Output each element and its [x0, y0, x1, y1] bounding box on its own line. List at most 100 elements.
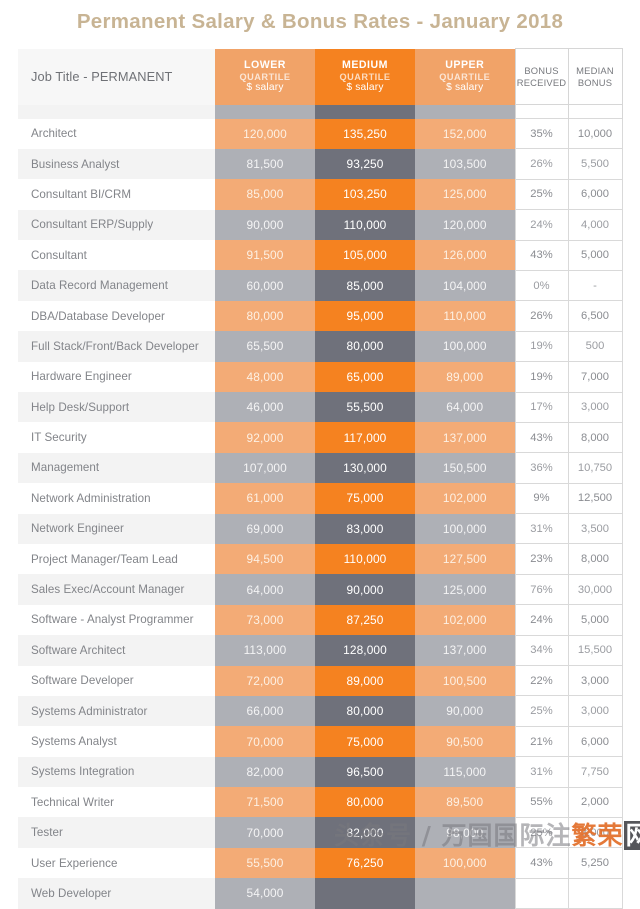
cell-upper-quartile: 110,000	[415, 300, 515, 332]
cell-medium-quartile: 75,000	[315, 483, 415, 514]
table-row: Systems Administrator 66,000 80,000 90,000 2…	[18, 695, 623, 727]
cell-job-title: DBA/Database Developer	[18, 300, 215, 332]
cell-job-title: Software Developer	[18, 665, 215, 696]
cell-upper-quartile: 89,000	[415, 361, 515, 393]
cell-lower-quartile: 107,000	[215, 452, 315, 484]
cell-upper-quartile: 90,500	[415, 726, 515, 757]
cell-median-bonus: 3,000	[567, 391, 623, 423]
cell-lower-quartile: 80,000	[215, 300, 315, 332]
cell-median-bonus: 3,500	[567, 513, 623, 545]
cell-job-title: Network Engineer	[18, 513, 215, 544]
header-median-line1: MEDIAN	[576, 65, 614, 77]
cell-job-title: Sales Exec/Account Manager	[18, 574, 215, 605]
header-medium-line3: $ salary	[346, 81, 384, 93]
cell-upper-quartile: 103,500	[415, 148, 515, 180]
cell-median-bonus: 8,000	[567, 421, 623, 454]
cell-medium-quartile: 130,000	[315, 452, 415, 484]
cell-medium-quartile: 93,250	[315, 148, 415, 180]
cell-bonus-received: 17%	[514, 391, 569, 423]
cell-upper-quartile: 104,000	[415, 270, 515, 301]
cell-medium-quartile: 82,000	[315, 817, 415, 848]
watermark-part3: 网	[623, 821, 640, 850]
cell-medium-quartile: 103,250	[315, 179, 415, 210]
cell-medium-quartile: 83,000	[315, 513, 415, 544]
table-row: Full Stack/Front/Back Developer 65,500 80,…	[18, 330, 623, 363]
table-row: Architect 120,000 135,250 152,000 35% 10,000	[18, 117, 623, 150]
cell-upper-quartile: 64,000	[415, 392, 515, 423]
cell-bonus-received: 43%	[514, 421, 569, 454]
cell-job-title: Consultant BI/CRM	[18, 179, 215, 210]
table-row: Project Manager/Team Lead 94,500 110,000 12…	[18, 543, 623, 575]
header-lower-line1: LOWER	[244, 58, 286, 71]
table-row: Software - Analyst Programmer 73,000 87,25…	[18, 604, 623, 636]
cell-upper-quartile: 127,500	[415, 543, 515, 575]
table-row: Technical Writer 71,500 80,000 89,500 55% 2,0…	[18, 786, 623, 818]
cell-bonus-received: 26%	[514, 148, 569, 180]
cell-job-title: Business Analyst	[18, 148, 215, 180]
cell-job-title: User Experience	[18, 847, 215, 879]
cell-medium-quartile: 135,250	[315, 118, 415, 149]
header-lower-line2: QUARTILE	[239, 71, 291, 82]
header-bonus-line2: RECEIVED	[516, 76, 567, 88]
cell-bonus-received: 19%	[514, 361, 569, 393]
cell-bonus-received: 21%	[514, 725, 569, 758]
spacer-bonus	[514, 104, 569, 119]
cell-lower-quartile: 92,000	[215, 422, 315, 453]
cell-medium-quartile: 110,000	[315, 209, 415, 241]
cell-medium-quartile: 128,000	[315, 635, 415, 666]
cell-lower-quartile: 70,000	[215, 726, 315, 757]
cell-lower-quartile: 81,500	[215, 148, 315, 180]
cell-upper-quartile: 125,000	[415, 574, 515, 605]
cell-lower-quartile: 61,000	[215, 483, 315, 514]
cell-lower-quartile: 85,000	[215, 179, 315, 210]
cell-medium-quartile: 80,000	[315, 787, 415, 818]
salary-table-page: Permanent Salary & Bonus Rates - January…	[0, 0, 640, 909]
cell-medium-quartile: 80,000	[315, 331, 415, 362]
table-row: IT Security 92,000 117,000 137,000 43% 8,000	[18, 421, 623, 454]
cell-medium-quartile: 87,250	[315, 604, 415, 636]
cell-medium-quartile: 76,250	[315, 847, 415, 879]
spacer-median	[567, 104, 623, 119]
cell-bonus-received: 31%	[514, 756, 569, 788]
header-bonus-line1: BONUS	[524, 65, 559, 77]
cell-bonus-received: 24%	[514, 209, 569, 241]
cell-lower-quartile: 91,500	[215, 240, 315, 271]
table-row: Help Desk/Support 46,000 55,500 64,000 17% 3,…	[18, 391, 623, 423]
cell-medium-quartile: 89,000	[315, 665, 415, 696]
table-row: Network Engineer 69,000 83,000 100,000 31% 3,…	[18, 513, 623, 545]
cell-lower-quartile: 46,000	[215, 392, 315, 423]
cell-lower-quartile: 120,000	[215, 118, 315, 149]
cell-medium-quartile: 65,000	[315, 361, 415, 393]
cell-median-bonus: 500	[567, 330, 623, 363]
cell-lower-quartile: 73,000	[215, 604, 315, 636]
table-row: Systems Integration 82,000 96,500 115,000 31…	[18, 756, 623, 788]
table-row: Software Architect 113,000 128,000 137,000 3…	[18, 634, 623, 667]
table-row: Consultant 91,500 105,000 126,000 43% 5,000	[18, 239, 623, 271]
header-median-line2: BONUS	[577, 76, 613, 88]
cell-job-title: Technical Writer	[18, 787, 215, 818]
cell-median-bonus: 7,750	[567, 756, 623, 788]
header-row: Job Title - PERMANENT LOWER QUARTILE $ s…	[18, 48, 623, 105]
cell-median-bonus: 6,000	[567, 725, 623, 758]
cell-bonus-received: 34%	[514, 634, 569, 667]
cell-lower-quartile: 71,500	[215, 787, 315, 818]
page-title: Permanent Salary & Bonus Rates - January…	[76, 10, 564, 33]
cell-job-title: Systems Analyst	[18, 726, 215, 757]
cell-upper-quartile: 137,000	[415, 422, 515, 453]
table-row: Systems Analyst 70,000 75,000 90,500 21% 6,00…	[18, 725, 623, 758]
table-row: User Experience 55,500 76,250 100,000 43% 5,2…	[18, 847, 623, 879]
spacer-upper	[415, 104, 515, 119]
cell-median-bonus: 10,000	[567, 117, 623, 150]
cell-medium-quartile: 105,000	[315, 240, 415, 271]
table-body: Architect 120,000 135,250 152,000 35% 10,000 B…	[18, 104, 623, 909]
cell-median-bonus: 15,500	[567, 634, 623, 667]
header-upper-line3: $ salary	[446, 81, 484, 93]
cell-median-bonus: 3,000	[567, 816, 623, 849]
cell-bonus-received: 22%	[514, 665, 569, 697]
cell-bonus-received: 0%	[514, 269, 569, 302]
cell-medium-quartile: 110,000	[315, 543, 415, 575]
cell-lower-quartile: 82,000	[215, 756, 315, 788]
cell-median-bonus: 6,000	[567, 178, 623, 211]
table-row: Consultant BI/CRM 85,000 103,250 125,000 25%…	[18, 178, 623, 211]
cell-median-bonus: 6,500	[567, 300, 623, 332]
